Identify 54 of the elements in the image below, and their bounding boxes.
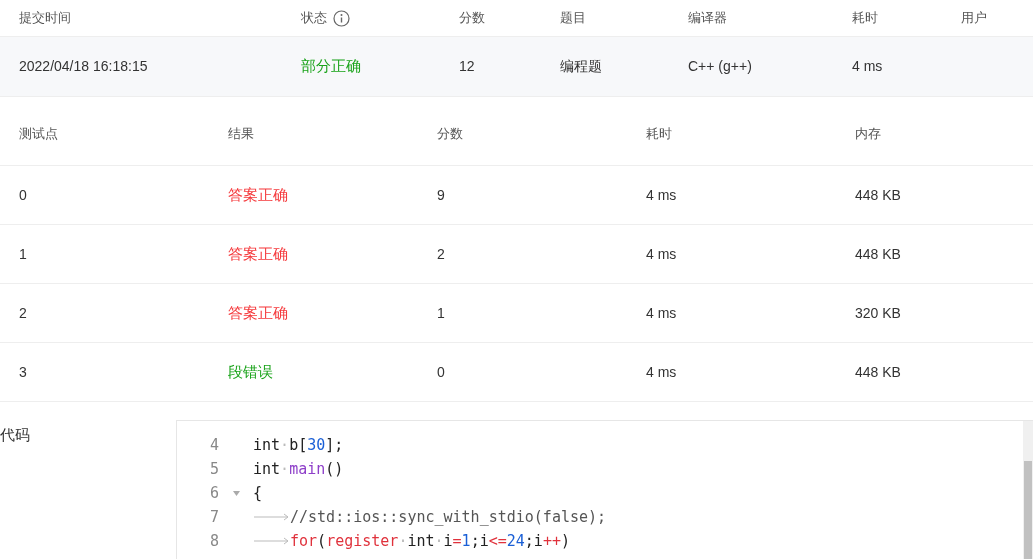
- table-cell: 2: [19, 304, 27, 321]
- result-text: 答案正确: [228, 244, 288, 262]
- table-cell: 2022/04/18 16:18:15: [19, 58, 148, 74]
- table-cell: 编程题: [560, 58, 602, 74]
- column-header: 耗时: [852, 9, 878, 28]
- code-line: //std::ios::sync_with_stdio(false);: [253, 505, 607, 529]
- table-cell: 4 ms: [852, 58, 883, 74]
- info-icon[interactable]: [333, 9, 350, 27]
- table-cell: 448 KB: [855, 186, 901, 203]
- fold-caret-icon[interactable]: [232, 490, 240, 496]
- scrollbar[interactable]: [1023, 421, 1033, 559]
- column-header: 分数: [459, 9, 485, 28]
- code-line: int·b[30];: [253, 434, 344, 456]
- code-line: {: [253, 482, 263, 504]
- table-cell: 0: [437, 363, 445, 380]
- table-cell: 1: [437, 304, 445, 321]
- column-header: 题目: [560, 9, 586, 28]
- table-cell: 4 ms: [646, 363, 677, 380]
- line-number: 5: [208, 458, 219, 480]
- code-label: 代码: [0, 426, 30, 443]
- table-cell: 0: [19, 186, 27, 203]
- result-text: 段错误: [228, 362, 273, 380]
- line-number: 7: [208, 506, 219, 528]
- column-header: 编译器: [688, 9, 727, 28]
- table-cell: 448 KB: [855, 363, 901, 380]
- table-cell: 4 ms: [646, 304, 677, 321]
- table-cell: 3: [19, 363, 27, 380]
- table-cell: 1: [19, 245, 27, 262]
- line-number: 4: [208, 434, 219, 456]
- column-header: 用户: [961, 9, 987, 28]
- column-header: 测试点: [19, 125, 58, 141]
- table-cell: 4 ms: [646, 186, 677, 203]
- line-number: 8: [208, 530, 219, 552]
- line-number: 6: [208, 482, 219, 504]
- status-text: 部分正确: [301, 57, 361, 75]
- table-cell: 12: [459, 58, 475, 74]
- table-cell: C++ (g++): [688, 58, 752, 74]
- column-header: 内存: [855, 125, 881, 141]
- code-line: int·main(): [253, 458, 344, 480]
- table-cell: 448 KB: [855, 245, 901, 262]
- column-header: 耗时: [646, 125, 672, 141]
- column-header: 分数: [437, 125, 463, 141]
- tab-arrow-icon: [253, 536, 290, 546]
- table-cell: 2: [437, 245, 445, 262]
- table-cell: 320 KB: [855, 304, 901, 321]
- result-text: 答案正确: [228, 303, 288, 321]
- table-cell: 9: [437, 186, 445, 203]
- column-header: 提交时间: [19, 9, 71, 28]
- result-text: 答案正确: [228, 185, 288, 203]
- tab-arrow-icon: [253, 512, 290, 522]
- column-header: 结果: [228, 125, 254, 141]
- column-header: 状态: [301, 9, 327, 28]
- code-line: for(register·int·i=1;i<=24;i++): [253, 529, 570, 553]
- table-cell: 4 ms: [646, 245, 677, 262]
